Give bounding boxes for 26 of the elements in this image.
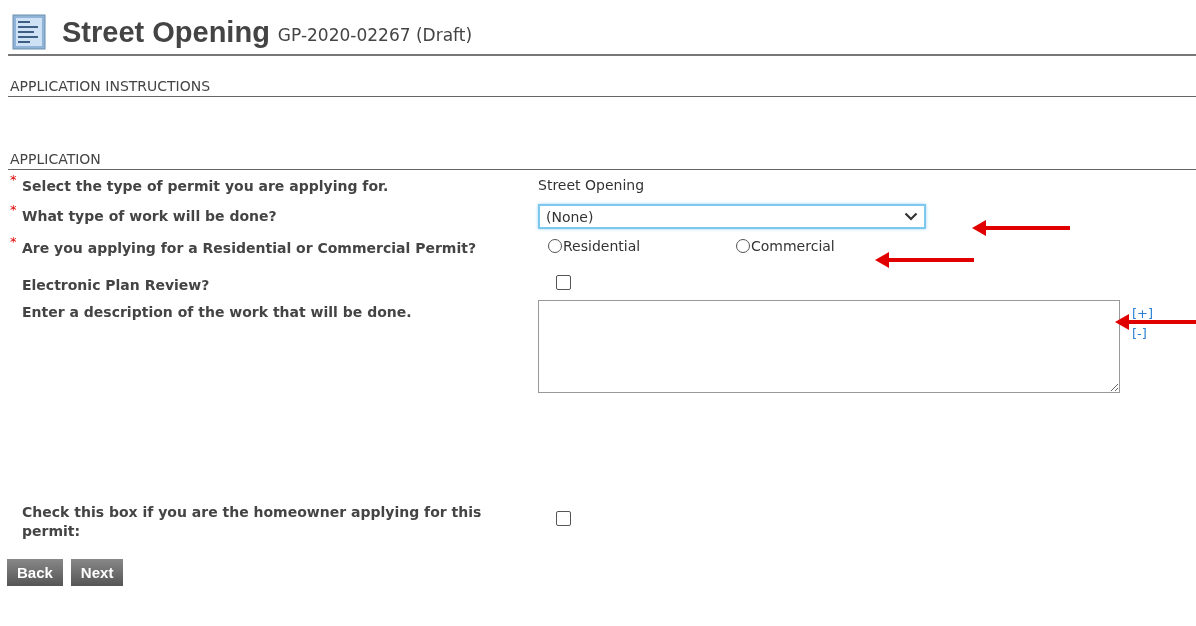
- chevron-down-icon: [904, 212, 918, 221]
- required-asterisk: *: [10, 236, 18, 248]
- section-heading: APPLICATION INSTRUCTIONS: [8, 78, 1196, 97]
- field-label: Check this box if you are the homeowner applying for this permit:: [22, 503, 483, 541]
- section-heading: APPLICATION: [8, 151, 1196, 170]
- required-asterisk: *: [10, 174, 18, 186]
- field-label: Electronic Plan Review?: [22, 276, 211, 295]
- record-number: GP-2020-02267 (Draft): [277, 25, 473, 45]
- resize-link[interactable]: [-]: [1132, 324, 1154, 344]
- work-type-dropdown[interactable]: (None): [538, 204, 926, 229]
- field-label: Select the type of permit you are applying for.: [22, 177, 390, 196]
- resize-link[interactable]: [+]: [1132, 304, 1154, 324]
- field-label: Are you applying for a Residential or Commercial Permit?: [22, 239, 478, 258]
- form-document-icon: [12, 14, 46, 50]
- checkbox[interactable]: [556, 274, 571, 290]
- description-textarea[interactable]: [538, 300, 1120, 393]
- page-title: Street Opening: [62, 15, 270, 49]
- back-button[interactable]: Back: [7, 559, 63, 586]
- radio-option[interactable]: Commercial: [736, 238, 884, 254]
- checkbox[interactable]: [556, 511, 571, 526]
- required-asterisk: *: [10, 204, 18, 216]
- radio-option[interactable]: Residential: [548, 238, 696, 254]
- field-label: Enter a description of the work that will be done.: [22, 303, 413, 322]
- next-button[interactable]: Next: [70, 559, 124, 586]
- field-label: What type of work will be done?: [22, 207, 278, 226]
- field-value: Street Opening: [538, 176, 645, 193]
